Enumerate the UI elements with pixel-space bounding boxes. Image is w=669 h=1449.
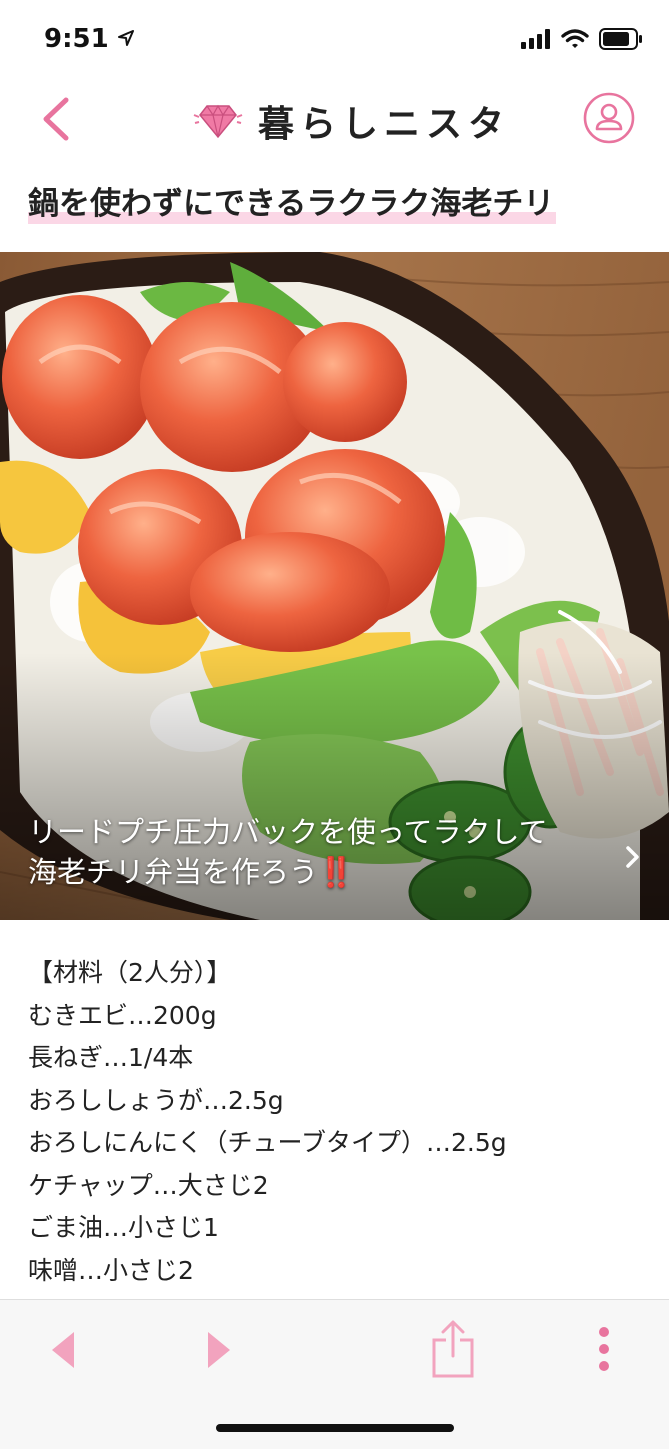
user-icon xyxy=(583,92,635,144)
caption-line-1: リードプチ圧力バックを使ってラクして xyxy=(28,815,548,849)
logo-text: 暮らしニスタ xyxy=(258,104,511,145)
toolbar-back-button[interactable] xyxy=(46,1330,82,1374)
ingredients-heading: 【材料（2人分）】 xyxy=(28,958,232,987)
more-icon xyxy=(599,1327,609,1371)
title-area: 鍋を使わずにできるラクラク海老チリ xyxy=(28,178,557,224)
account-button[interactable] xyxy=(583,92,635,144)
hero-caption[interactable]: リードプチ圧力バックを使ってラクして 海老チリ弁当を作ろう‼️ xyxy=(28,812,618,892)
back-chevron-icon xyxy=(43,97,69,141)
ingredient-item: むきエビ…200g xyxy=(28,1000,217,1030)
ingredient-item: ごま油…小さじ1 xyxy=(28,1213,219,1242)
ingredients-list: 【材料（2人分）】 むきエビ…200g 長ねぎ…1/4本 おろししょうが…2.5… xyxy=(28,952,507,1292)
wifi-icon xyxy=(561,29,589,48)
status-time: 9:51 xyxy=(44,24,134,54)
diamond-icon xyxy=(193,104,243,139)
caption-line-2: 海老チリ弁当を作ろう‼️ xyxy=(28,855,355,889)
caption-next-button[interactable] xyxy=(623,842,643,872)
nav-bar: 暮らしニスタ xyxy=(0,80,669,160)
ingredient-item: おろししょうが…2.5g xyxy=(28,1085,284,1115)
ingredient-item: 味噌…小さじ2 xyxy=(28,1255,194,1285)
share-icon xyxy=(432,1320,474,1378)
location-arrow-icon xyxy=(117,30,134,46)
ingredient-item: ケチャップ…大さじ2 xyxy=(28,1170,269,1200)
battery-icon xyxy=(599,28,642,50)
more-button[interactable] xyxy=(594,1326,614,1376)
signal-icon xyxy=(521,29,550,49)
ingredient-item: おろしにんにく（チューブタイプ）…2.5g xyxy=(28,1128,507,1157)
status-bar: 9:51 xyxy=(0,0,669,80)
status-time-text: 9:51 xyxy=(44,24,109,54)
page-title: 鍋を使わずにできるラクラク海老チリ xyxy=(28,186,557,224)
site-logo[interactable]: 暮らしニスタ xyxy=(192,94,510,148)
home-indicator[interactable] xyxy=(216,1424,454,1432)
chevron-right-icon xyxy=(626,846,639,868)
toolbar-back-icon xyxy=(52,1332,74,1368)
back-button[interactable] xyxy=(36,94,80,144)
toolbar-forward-icon xyxy=(208,1332,230,1368)
toolbar-forward-button[interactable] xyxy=(200,1330,236,1374)
share-button[interactable] xyxy=(430,1320,476,1382)
ingredient-item: 長ねぎ…1/4本 xyxy=(28,1043,194,1072)
